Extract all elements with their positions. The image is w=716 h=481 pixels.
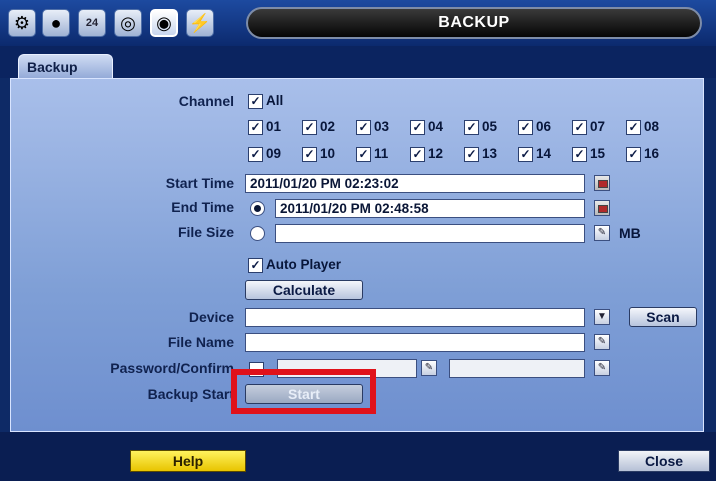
channel-checkbox[interactable]: ✓ 04 bbox=[410, 119, 456, 136]
power-icon[interactable]: ⚡ bbox=[186, 9, 214, 37]
close-button[interactable]: Close bbox=[618, 450, 710, 472]
device-select[interactable] bbox=[245, 308, 585, 327]
help-button[interactable]: Help bbox=[130, 450, 246, 472]
channel-number: 01 bbox=[266, 119, 282, 134]
backup-window: ⚙ ● 24 ◎ ◉ ⚡ BACKUP Backup Channel ✓ All… bbox=[0, 0, 716, 481]
confirm-edit-icon[interactable]: ✎ bbox=[594, 360, 610, 376]
checkbox[interactable]: ✓ bbox=[464, 147, 479, 162]
password-label: Password/Confirm bbox=[110, 360, 234, 376]
highlight-box bbox=[231, 369, 376, 414]
network-icon[interactable]: ◎ bbox=[114, 9, 142, 37]
channel-checkbox[interactable]: ✓ 09 bbox=[248, 146, 294, 163]
gear-icon[interactable]: ⚙ bbox=[8, 9, 36, 37]
channel-checkbox[interactable]: ✓ 07 bbox=[572, 119, 618, 136]
checkbox-label: All bbox=[266, 93, 284, 108]
checkbox[interactable]: ✓ bbox=[572, 147, 587, 162]
channel-number: 09 bbox=[266, 146, 282, 161]
channel-label: Channel bbox=[178, 93, 234, 109]
channel-checkbox[interactable]: ✓ 12 bbox=[410, 146, 456, 163]
tab-backup[interactable]: Backup bbox=[18, 54, 113, 80]
checkbox[interactable]: ✓ bbox=[248, 120, 263, 135]
file-name-field[interactable] bbox=[245, 333, 585, 352]
channel-number: 15 bbox=[590, 146, 606, 161]
channel-number: 04 bbox=[428, 119, 444, 134]
channel-checkbox[interactable]: ✓ 06 bbox=[518, 119, 564, 136]
checkbox[interactable]: ✓ bbox=[410, 120, 425, 135]
start-time-field[interactable]: 2011/01/20 PM 02:23:02 bbox=[245, 174, 585, 193]
file-size-field[interactable] bbox=[275, 224, 585, 243]
chevron-down-icon[interactable]: ▼ bbox=[594, 309, 610, 325]
channel-checkbox[interactable]: ✓ 13 bbox=[464, 146, 510, 163]
channel-number: 12 bbox=[428, 146, 444, 161]
end-calendar-icon[interactable] bbox=[594, 200, 610, 216]
file-size-edit-icon[interactable]: ✎ bbox=[594, 225, 610, 241]
channel-checkbox[interactable]: ✓ 05 bbox=[464, 119, 510, 136]
channel-number: 16 bbox=[644, 146, 660, 161]
channel-checkbox[interactable]: ✓ 14 bbox=[518, 146, 564, 163]
channel-number: 07 bbox=[590, 119, 606, 134]
channel-checkbox[interactable]: ✓ 02 bbox=[302, 119, 348, 136]
channel-checkbox[interactable]: ✓ 08 bbox=[626, 119, 672, 136]
channel-number: 11 bbox=[374, 146, 389, 161]
window-title: BACKUP bbox=[246, 7, 702, 39]
checkbox[interactable]: ✓ bbox=[356, 120, 371, 135]
end-time-field[interactable]: 2011/01/20 PM 02:48:58 bbox=[275, 199, 585, 218]
footer bbox=[0, 432, 716, 481]
checkbox[interactable]: ✓ bbox=[464, 120, 479, 135]
checkbox[interactable]: ✓ bbox=[410, 147, 425, 162]
channel-checkbox[interactable]: ✓ 16 bbox=[626, 146, 672, 163]
file-name-edit-icon[interactable]: ✎ bbox=[594, 334, 610, 350]
file-size-unit: MB bbox=[619, 225, 641, 241]
checkbox[interactable]: ✓ bbox=[248, 258, 263, 273]
channel-number: 14 bbox=[536, 146, 552, 161]
channel-checkbox[interactable]: ✓ 03 bbox=[356, 119, 402, 136]
channel-number: 05 bbox=[482, 119, 498, 134]
calculate-button[interactable]: Calculate bbox=[245, 280, 363, 300]
backup-start-label: Backup Start bbox=[147, 386, 234, 402]
checkbox[interactable]: ✓ bbox=[572, 120, 587, 135]
start-calendar-icon[interactable] bbox=[594, 175, 610, 191]
top-toolbar: ⚙ ● 24 ◎ ◉ ⚡ BACKUP bbox=[0, 0, 716, 47]
checkbox-label: Auto Player bbox=[266, 257, 342, 272]
channel-checkbox[interactable]: ✓ 01 bbox=[248, 119, 294, 136]
checkbox[interactable]: ✓ bbox=[626, 147, 641, 162]
tab-bar: Backup bbox=[0, 46, 716, 80]
scan-button[interactable]: Scan bbox=[629, 307, 697, 327]
device-label: Device bbox=[188, 309, 234, 325]
channel-number: 02 bbox=[320, 119, 336, 134]
checkbox[interactable]: ✓ bbox=[248, 94, 263, 109]
checkbox[interactable]: ✓ bbox=[518, 147, 533, 162]
file-name-label: File Name bbox=[167, 334, 234, 350]
password-edit-icon[interactable]: ✎ bbox=[421, 360, 437, 376]
checkbox[interactable]: ✓ bbox=[302, 147, 317, 162]
channel-number: 13 bbox=[482, 146, 498, 161]
end-time-label: End Time bbox=[171, 199, 234, 215]
channel-all-checkbox[interactable]: ✓ All bbox=[248, 93, 298, 110]
checkbox[interactable]: ✓ bbox=[356, 147, 371, 162]
start-time-label: Start Time bbox=[165, 175, 234, 191]
file-size-label: File Size bbox=[177, 224, 234, 240]
checkbox[interactable]: ✓ bbox=[302, 120, 317, 135]
channel-checkbox[interactable]: ✓ 10 bbox=[302, 146, 348, 163]
channel-number: 08 bbox=[644, 119, 660, 134]
checkbox[interactable]: ✓ bbox=[248, 147, 263, 162]
auto-player-checkbox[interactable]: ✓ Auto Player bbox=[248, 257, 368, 274]
camera-icon[interactable]: ● bbox=[42, 9, 70, 37]
channel-number: 10 bbox=[320, 146, 336, 161]
end-time-radio[interactable] bbox=[250, 201, 265, 216]
disk-icon[interactable]: ◉ bbox=[150, 9, 178, 37]
file-size-radio[interactable] bbox=[250, 226, 265, 241]
channel-checkbox[interactable]: ✓ 11 bbox=[356, 146, 402, 163]
checkbox[interactable]: ✓ bbox=[518, 120, 533, 135]
channel-number: 06 bbox=[536, 119, 552, 134]
confirm-field[interactable] bbox=[449, 359, 585, 378]
calendar-day: 24 bbox=[85, 17, 99, 29]
checkbox[interactable]: ✓ bbox=[626, 120, 641, 135]
channel-number: 03 bbox=[374, 119, 390, 134]
channel-checkbox[interactable]: ✓ 15 bbox=[572, 146, 618, 163]
calendar-icon[interactable]: 24 bbox=[78, 9, 106, 37]
